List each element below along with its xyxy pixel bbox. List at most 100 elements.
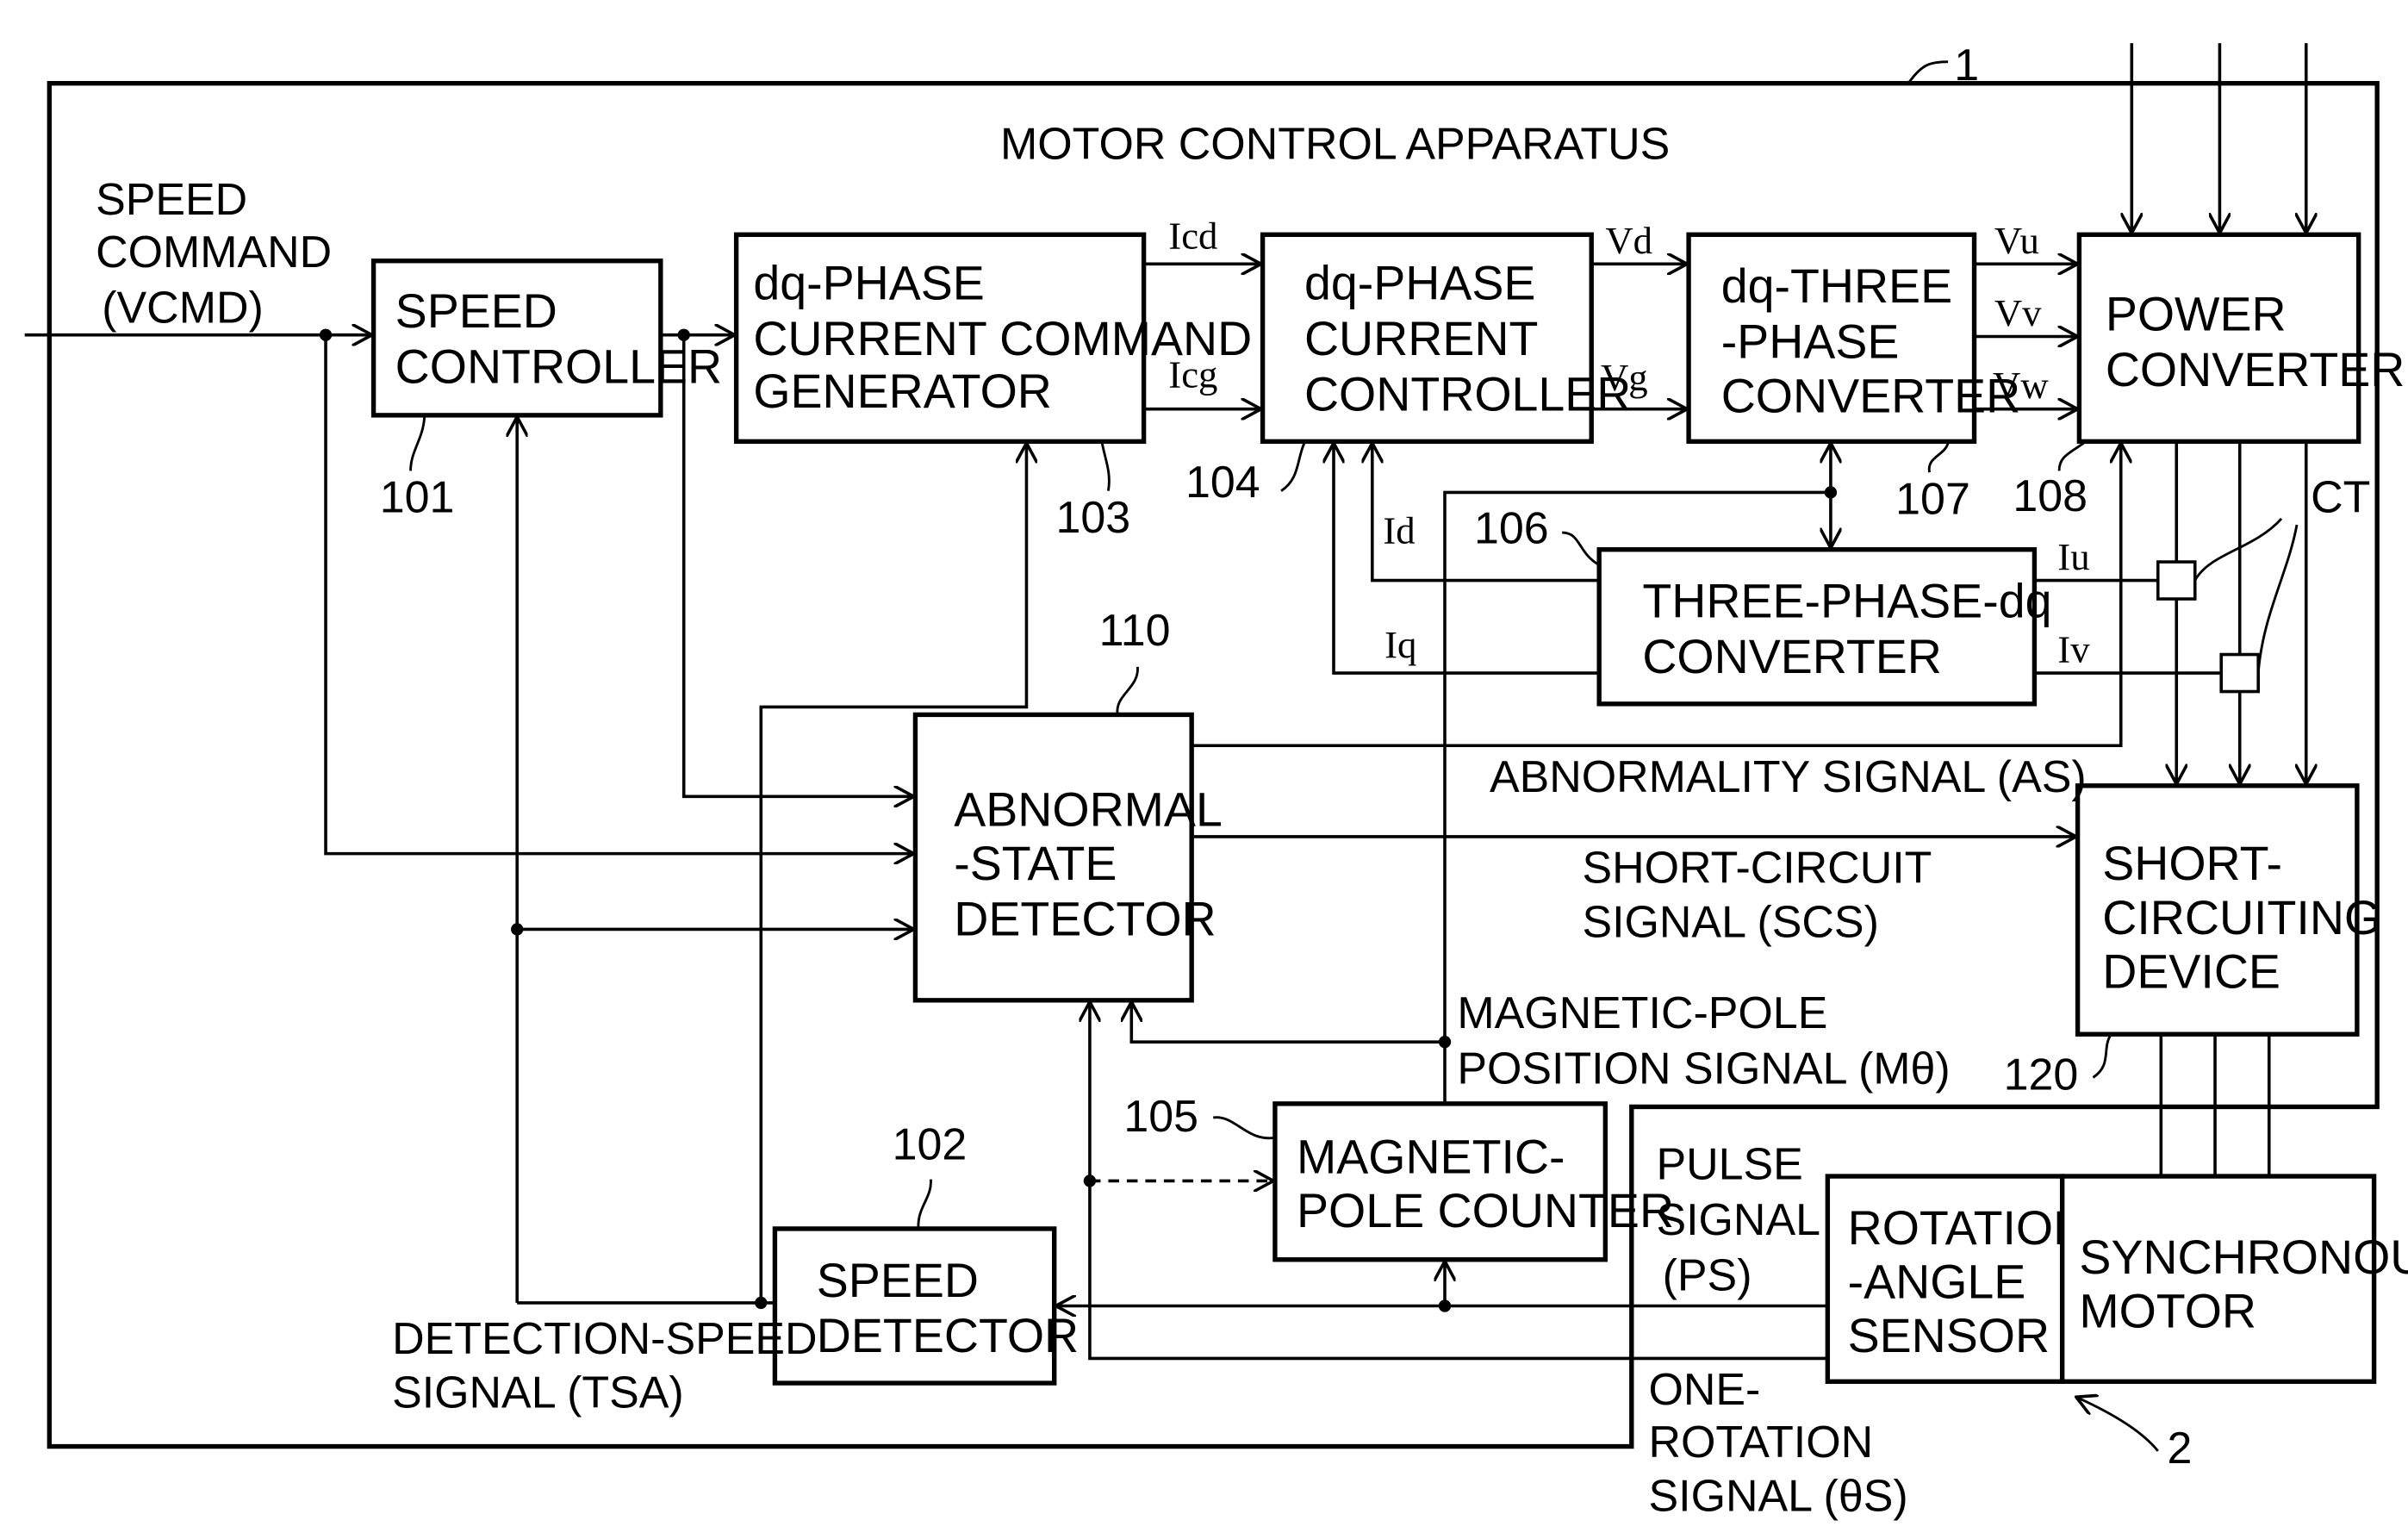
label-icg: Icg [1168, 353, 1217, 396]
ref-110: 110 [1099, 606, 1171, 656]
svg-text:ONE-: ONE- [1649, 1365, 1761, 1415]
svg-text:SENSOR: SENSOR [1848, 1309, 2050, 1362]
svg-text:DETECTION-SPEED: DETECTION-SPEED [392, 1314, 818, 1364]
ref-101: 101 [380, 473, 455, 523]
wire-mtheta-to-detector [1131, 1002, 1445, 1044]
ref-leader-1 [1908, 60, 1949, 83]
label-vv: Vv [1994, 291, 2042, 334]
svg-text:SIGNAL (θS): SIGNAL (θS) [1649, 1472, 1908, 1522]
label-vw: Vw [1993, 364, 2049, 407]
ref-leader-110 [1116, 666, 1139, 715]
speed-controller-block[interactable]: SPEED CONTROLLER [370, 259, 723, 418]
svg-text:SHORT-CIRCUIT: SHORT-CIRCUIT [1582, 844, 1932, 894]
label-abnormality-signal: ABNORMALITY SIGNAL (AS) [1490, 752, 2087, 802]
ref-120: 120 [2004, 1050, 2079, 1100]
svg-text:CURRENT: CURRENT [1304, 312, 1538, 365]
label-iq: Iq [1384, 623, 1416, 666]
rotation-angle-sensor-block[interactable]: ROTATION -ANGLE SENSOR [1825, 1174, 2088, 1384]
ref-motor-unit: 2 [2168, 1424, 2193, 1474]
svg-text:SHORT-: SHORT- [2102, 837, 2282, 890]
svg-text:(VCMD): (VCMD) [102, 283, 264, 333]
ref-107: 107 [1895, 475, 1970, 525]
svg-text:dq-PHASE: dq-PHASE [1304, 257, 1535, 310]
label-icd: Icd [1168, 214, 1217, 257]
ref-leader-105 [1213, 1116, 1276, 1140]
dq-three-phase-converter-block[interactable]: dq-THREE -PHASE CONVERTER [1686, 232, 2021, 445]
svg-text:SPEED: SPEED [96, 175, 247, 225]
ref-apparatus: 1 [1954, 40, 1979, 90]
label-detection-speed: DETECTION-SPEED SIGNAL (TSA) [392, 1314, 818, 1418]
ref-leader-101 [409, 416, 426, 471]
label-iv: Iv [2057, 628, 2090, 671]
current-transformer-u [2156, 560, 2197, 601]
label-vd: Vd [1605, 219, 1652, 262]
svg-text:SIGNAL (TSA): SIGNAL (TSA) [392, 1368, 684, 1418]
svg-text:DEVICE: DEVICE [2102, 944, 2280, 998]
ref-leader-2 [2076, 1397, 2159, 1452]
speed-command-label: SPEED COMMAND (VCMD) [96, 175, 332, 333]
abnormal-state-detector-block[interactable]: ABNORMAL -STATE DETECTOR [912, 712, 1223, 1003]
svg-text:CONVERTER: CONVERTER [1642, 630, 1942, 683]
svg-text:PULSE: PULSE [1656, 1140, 1802, 1190]
svg-text:THREE-PHASE-dq: THREE-PHASE-dq [1642, 575, 2051, 628]
svg-text:POSITION SIGNAL (Mθ): POSITION SIGNAL (Mθ) [1457, 1044, 1950, 1094]
speed-detector-block[interactable]: SPEED DETECTOR [772, 1226, 1079, 1386]
svg-text:CONTROLLER: CONTROLLER [1304, 368, 1631, 421]
label-pulse-signal: PULSE SIGNAL (PS) [1656, 1140, 1820, 1301]
ref-102: 102 [893, 1119, 968, 1169]
svg-text:ABNORMAL: ABNORMAL [954, 782, 1223, 836]
current-controller-block[interactable]: dq-PHASE CURRENT CONTROLLER [1260, 232, 1632, 445]
svg-text:-PHASE: -PHASE [1721, 315, 1900, 369]
svg-text:-STATE: -STATE [954, 837, 1117, 890]
svg-text:POWER: POWER [2106, 287, 2287, 340]
ref-104: 104 [1185, 458, 1260, 508]
svg-text:GENERATOR: GENERATOR [753, 364, 1052, 418]
svg-text:SYNCHRONOUS: SYNCHRONOUS [2079, 1231, 2408, 1284]
svg-text:CONVERTER: CONVERTER [1721, 369, 2021, 422]
ref-leader-106 [1562, 531, 1600, 566]
ref-leader-120 [2092, 1035, 2112, 1079]
ct-leader [2193, 517, 2299, 674]
svg-text:dq-PHASE: dq-PHASE [753, 257, 984, 310]
svg-text:SPEED: SPEED [817, 1254, 979, 1307]
svg-text:SPEED: SPEED [395, 284, 557, 338]
label-magnetic-pole-position: MAGNETIC-POLE POSITION SIGNAL (Mθ) [1457, 988, 1950, 1094]
power-converter-block[interactable]: POWER CONVERTER [2076, 232, 2405, 445]
ref-leader-102 [917, 1179, 932, 1230]
svg-text:SIGNAL: SIGNAL [1656, 1195, 1820, 1245]
ref-105: 105 [1123, 1092, 1198, 1142]
ref-leader-107 [1927, 442, 1950, 473]
synchronous-motor-block[interactable]: SYNCHRONOUS MOTOR [2059, 1174, 2408, 1384]
svg-text:DETECTOR: DETECTOR [954, 893, 1216, 946]
ref-108: 108 [2013, 471, 2088, 521]
svg-text:(PS): (PS) [1663, 1251, 1752, 1301]
short-circuiting-device-block[interactable]: SHORT- CIRCUITING DEVICE [2075, 783, 2382, 1037]
ref-leader-104 [1280, 442, 1306, 492]
ref-106: 106 [1474, 504, 1549, 554]
svg-text:SIGNAL (SCS): SIGNAL (SCS) [1582, 897, 1878, 947]
svg-text:POLE COUNTER: POLE COUNTER [1297, 1184, 1674, 1237]
svg-text:MOTOR: MOTOR [2079, 1285, 2256, 1338]
magnetic-pole-counter-block[interactable]: MAGNETIC- POLE COUNTER [1272, 1101, 1674, 1262]
diagram-title: MOTOR CONTROL APPARATUS [1000, 120, 1670, 170]
svg-text:ROTATION: ROTATION [1649, 1418, 1874, 1467]
label-ct: CT [2311, 473, 2370, 523]
ref-leader-103 [1100, 442, 1111, 491]
label-short-circuit-signal: SHORT-CIRCUIT SIGNAL (SCS) [1582, 844, 1932, 948]
three-phase-dq-converter-block[interactable]: THREE-PHASE-dq CONVERTER [1596, 547, 2051, 707]
svg-text:CIRCUITING: CIRCUITING [2102, 891, 2381, 944]
label-vu: Vu [1994, 219, 2039, 262]
current-transformer-v [2219, 652, 2260, 694]
svg-text:MAGNETIC-POLE: MAGNETIC-POLE [1457, 988, 1827, 1038]
label-id: Id [1383, 509, 1415, 552]
label-one-rotation-signal: ONE- ROTATION SIGNAL (θS) [1649, 1365, 1908, 1522]
svg-text:MAGNETIC-: MAGNETIC- [1297, 1130, 1565, 1183]
ref-103: 103 [1055, 493, 1130, 543]
svg-text:CONTROLLER: CONTROLLER [395, 340, 722, 393]
block-diagram: 1 MOTOR CONTROL APPARATUS SPEED COMMAND … [24, 40, 2408, 1522]
ref-leader-108 [2057, 441, 2085, 471]
svg-text:DETECTOR: DETECTOR [817, 1309, 1079, 1362]
svg-text:-ANGLE: -ANGLE [1848, 1256, 2026, 1309]
svg-text:CONVERTER: CONVERTER [2106, 343, 2405, 396]
label-iu: Iu [2057, 535, 2089, 578]
